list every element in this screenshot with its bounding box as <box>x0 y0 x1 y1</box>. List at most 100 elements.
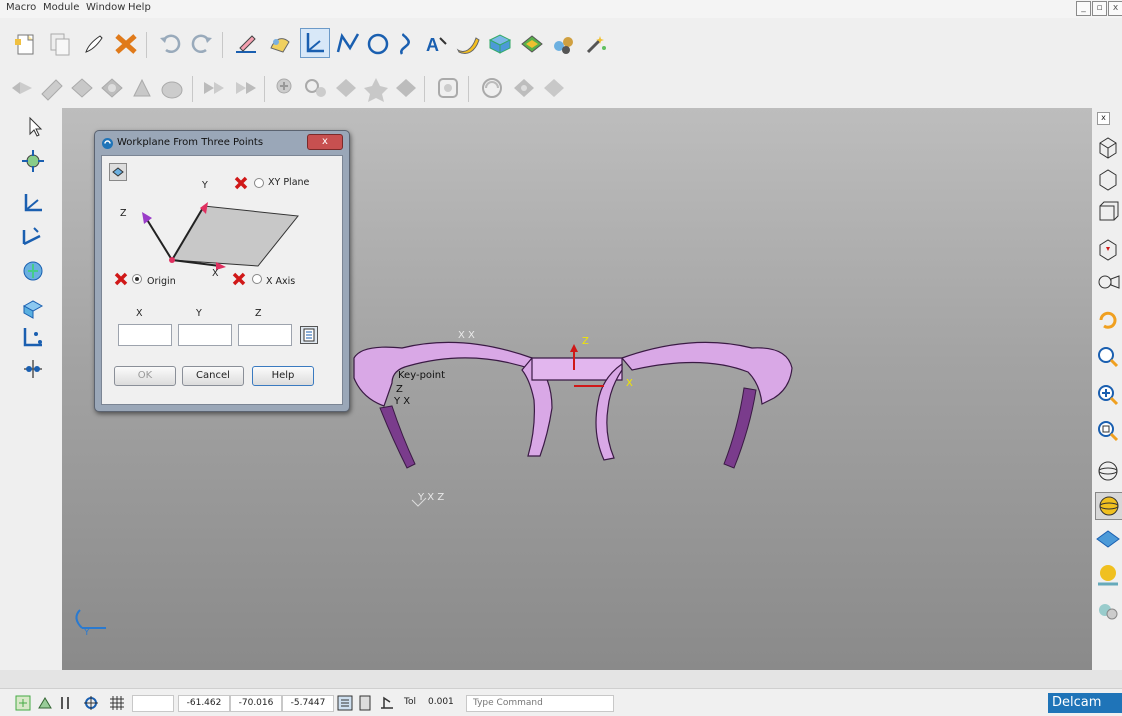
delete-icon[interactable] <box>112 30 140 58</box>
command-input[interactable]: Type Command <box>466 695 614 712</box>
plane-view-icon[interactable] <box>1095 526 1121 552</box>
workplane-select-icon <box>112 167 124 177</box>
tolerance-icon[interactable] <box>378 694 396 712</box>
workplane-x-label: X <box>626 378 633 389</box>
axis-triad-icon[interactable] <box>20 190 46 216</box>
restore-button[interactable]: ▫ <box>1092 1 1107 16</box>
shape-d-icon[interactable] <box>158 74 186 102</box>
coord-y-status: -70.016 <box>230 695 282 712</box>
camera-icon[interactable] <box>1095 270 1121 296</box>
close-window-button[interactable]: x <box>1108 1 1122 16</box>
keypoint-label: Key-point <box>398 370 446 381</box>
delcam-logo: Delcam <box>1048 693 1122 713</box>
menu-macro[interactable]: Macro <box>6 2 36 13</box>
x-axis-radio[interactable] <box>252 274 262 284</box>
xy-plane-unset-icon <box>234 176 248 190</box>
global-y-label: Y <box>84 628 90 638</box>
move-icon[interactable] <box>20 148 46 174</box>
workplane-icon[interactable] <box>300 28 330 58</box>
calculator-button[interactable] <box>300 326 318 344</box>
rotate-view-icon[interactable] <box>478 74 506 102</box>
right-toolbar-close-button[interactable]: x <box>1097 112 1110 125</box>
mesh-icon[interactable] <box>38 74 66 102</box>
snap-grid-icon[interactable] <box>14 694 32 712</box>
shape-c-icon[interactable] <box>128 74 156 102</box>
coord-z-status: -5.7447 <box>282 695 334 712</box>
new-document-icon[interactable] <box>12 30 40 58</box>
light-ball-icon[interactable] <box>1095 562 1121 588</box>
curve-icon[interactable] <box>392 30 420 58</box>
shape-a-icon[interactable] <box>68 74 96 102</box>
shade-cube-icon[interactable] <box>1095 236 1121 262</box>
cancel-button[interactable]: Cancel <box>182 366 244 386</box>
redo-icon[interactable] <box>188 30 216 58</box>
snap-points-icon[interactable] <box>20 356 46 382</box>
zoom-prev-icon[interactable] <box>1095 344 1121 370</box>
shell-icon[interactable] <box>518 30 546 58</box>
shaded-sphere-icon[interactable] <box>1095 492 1122 520</box>
diagram-x-label: X <box>212 268 219 279</box>
calculator-status-icon[interactable] <box>356 694 374 712</box>
snap-object-icon[interactable] <box>36 694 54 712</box>
copy-icon[interactable] <box>46 30 74 58</box>
align-a-icon[interactable] <box>232 74 260 102</box>
undo-view-icon[interactable] <box>1095 308 1121 334</box>
magic-wand-icon[interactable] <box>582 30 610 58</box>
wizard-icon[interactable] <box>550 30 578 58</box>
workplane-select-button[interactable] <box>109 163 127 181</box>
feature-b-icon[interactable] <box>332 74 360 102</box>
shape-b-icon[interactable] <box>98 74 126 102</box>
list-icon[interactable] <box>336 694 354 712</box>
minimize-button[interactable]: _ <box>1076 1 1091 16</box>
workplane-status-icon[interactable] <box>82 694 100 712</box>
brush-icon[interactable] <box>80 30 108 58</box>
tolerance-value[interactable]: 0.001 <box>428 697 454 707</box>
align-b-icon[interactable] <box>272 74 300 102</box>
feature-e-icon[interactable] <box>434 74 462 102</box>
extra-view-icon[interactable] <box>540 74 568 102</box>
polyline-icon[interactable] <box>334 30 362 58</box>
xy-plane-radio[interactable] <box>254 178 264 188</box>
help-button[interactable]: Help <box>252 366 314 386</box>
dialog-close-button[interactable]: x <box>307 134 343 150</box>
menu-window[interactable]: Window <box>86 2 125 13</box>
tolerance-label: Tol <box>404 697 416 707</box>
grid-field[interactable] <box>132 695 174 712</box>
solid-icon[interactable] <box>486 30 514 58</box>
feature-d-icon[interactable] <box>392 74 420 102</box>
origin-radio[interactable] <box>132 274 142 284</box>
menu-module[interactable]: Module <box>43 2 79 13</box>
material-icon[interactable] <box>1095 598 1121 624</box>
snap-line-icon[interactable] <box>58 694 76 712</box>
zoom-box-icon[interactable] <box>1095 418 1121 444</box>
edit-pen-icon[interactable] <box>232 30 260 58</box>
globe-icon[interactable] <box>20 258 46 284</box>
iso-view-icon[interactable] <box>1095 134 1121 160</box>
ok-button[interactable]: OK <box>114 366 176 386</box>
feature-c-icon[interactable] <box>362 74 390 102</box>
feature-a-icon[interactable] <box>302 74 330 102</box>
shape-e-icon[interactable] <box>200 74 228 102</box>
menu-help[interactable]: Help <box>128 2 151 13</box>
zoom-in-icon[interactable] <box>1095 382 1121 408</box>
front-view-icon[interactable] <box>1095 198 1121 224</box>
grid-icon[interactable] <box>108 694 126 712</box>
undo-icon[interactable] <box>156 30 184 58</box>
sphere-view-icon[interactable] <box>510 74 538 102</box>
wire-sphere-icon[interactable] <box>1095 458 1121 484</box>
select-arrow-icon[interactable] <box>22 114 48 140</box>
probe-icon[interactable] <box>266 30 294 58</box>
box-plane-icon[interactable] <box>20 294 46 320</box>
axis-points-icon[interactable] <box>20 324 46 350</box>
keypoint-yx-label: Y X <box>394 396 411 407</box>
top-view-icon[interactable] <box>1095 166 1121 192</box>
nav-arrow-icon[interactable] <box>8 74 36 102</box>
axis-triad-alt-icon[interactable] <box>20 222 46 248</box>
surface-icon[interactable] <box>454 30 482 58</box>
workplane-dialog: Workplane From Three Points x Y Z X XY P… <box>94 130 350 412</box>
coord-x-input[interactable] <box>118 324 172 346</box>
coord-z-input[interactable] <box>238 324 292 346</box>
text-icon[interactable]: A <box>422 30 450 58</box>
coord-y-input[interactable] <box>178 324 232 346</box>
circle-icon[interactable] <box>364 30 392 58</box>
